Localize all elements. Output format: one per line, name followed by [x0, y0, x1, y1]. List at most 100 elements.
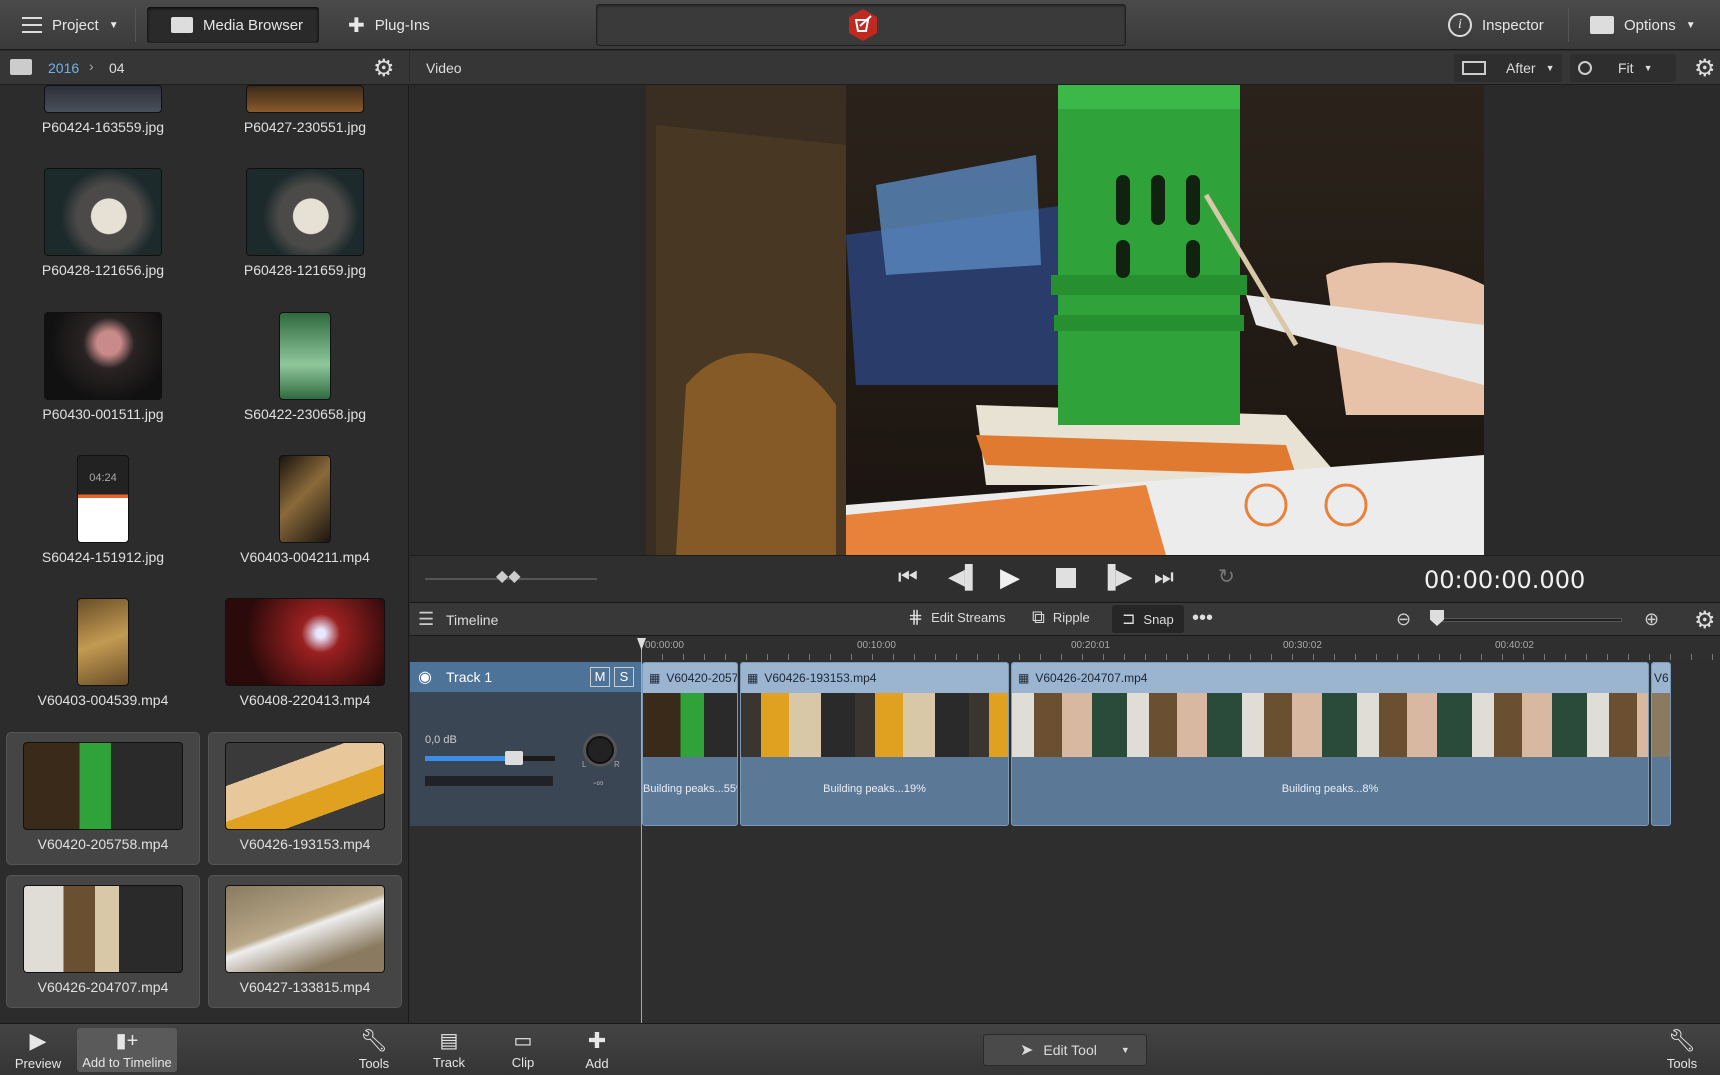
go-to-end-icon[interactable]: ⏭ — [1154, 564, 1174, 590]
thumbnail — [23, 742, 183, 830]
ruler-tick: 00:10:00 — [857, 640, 896, 651]
timeline-clip[interactable]: ▦ V60426-204707.mp4 Building peaks...8% — [1011, 662, 1649, 826]
pan-knob[interactable] — [586, 736, 614, 764]
track-name[interactable]: Track 1 — [446, 669, 492, 685]
media-item-name: V60408-220413.mp4 — [239, 692, 371, 708]
media-item-selected[interactable]: V60426-204707.mp4 — [6, 875, 200, 1008]
ripple-button[interactable]: ⧉ Ripple — [1032, 607, 1090, 628]
add-label: Add — [585, 1056, 609, 1071]
tools-menu-left[interactable]: 🔧︎ Tools — [346, 1028, 402, 1072]
tools-menu-right[interactable]: 🔧︎ Tools — [1654, 1028, 1710, 1072]
loop-icon[interactable]: ↻ — [1218, 564, 1235, 589]
breadcrumb: 2016 › 04 ⚙ — [0, 51, 409, 85]
timeline-clip[interactable]: ▦ V60420-2057 Building peaks...55% — [642, 662, 738, 826]
add-menu[interactable]: ✚ Add — [572, 1028, 622, 1072]
jog-handle-icon[interactable]: ◆◆ — [496, 566, 521, 586]
zoom-dropdown[interactable]: Fit ▼ — [1570, 54, 1676, 82]
ruler-tick: 00:00:00 — [645, 640, 684, 651]
zoom-slider[interactable] — [1434, 618, 1622, 622]
media-item[interactable]: P60424-163559.jpg — [8, 85, 198, 135]
thumbnail — [279, 312, 331, 400]
info-icon: i — [1448, 13, 1472, 37]
media-item-name: V60403-004539.mp4 — [37, 692, 169, 708]
preview-button[interactable]: ▶ Preview — [8, 1028, 68, 1072]
edit-streams-button[interactable]: ⋕ Edit Streams — [908, 607, 1006, 628]
breadcrumb-year[interactable]: 2016 — [48, 60, 79, 76]
timecode-display: 00:00:00.000 — [1424, 566, 1586, 594]
chevron-down-icon: ▼ — [1643, 63, 1653, 73]
media-item[interactable]: V60403-004539.mp4 — [8, 598, 198, 708]
zoom-in-icon[interactable]: ⊕ — [1644, 609, 1659, 630]
wrench-icon: 🔧︎ — [1668, 1028, 1696, 1053]
gear-icon[interactable]: ⚙ — [373, 54, 395, 83]
inspector-button[interactable]: i Inspector — [1436, 7, 1556, 43]
play-icon[interactable]: ▶ — [1000, 562, 1020, 593]
thumbnail — [44, 312, 162, 400]
media-item[interactable]: S60422-230658.jpg — [210, 312, 400, 422]
media-item-name: V60426-204707.mp4 — [37, 979, 169, 995]
zoom-out-icon[interactable]: ⊖ — [1396, 609, 1411, 630]
add-to-timeline-label: Add to Timeline — [82, 1055, 172, 1070]
media-item[interactable]: V60403-004211.mp4 — [210, 455, 400, 565]
clip-name: V6 — [1654, 671, 1669, 685]
solo-button[interactable]: S — [614, 667, 634, 687]
volume-readout: 0,0 dB — [425, 734, 457, 746]
track-menu[interactable]: ▤ Track — [424, 1028, 474, 1072]
media-item-selected[interactable]: V60427-133815.mp4 — [208, 875, 402, 1008]
media-item[interactable]: P60427-230551.jpg — [210, 85, 400, 135]
clip-thumbnails — [643, 693, 737, 757]
options-button[interactable]: Options ▼ — [1578, 7, 1708, 43]
bottom-toolbar: ▶ Preview ▮+ Add to Timeline 🔧︎ Tools ▤ … — [0, 1023, 1720, 1075]
media-item[interactable]: V60408-220413.mp4 — [210, 598, 400, 708]
gear-icon[interactable]: ⚙ — [1694, 606, 1716, 635]
track-label: Track — [432, 1055, 466, 1070]
clip-name: V60426-193153.mp4 — [764, 671, 877, 685]
timeline-clip[interactable]: ▦ V60426-193153.mp4 Building peaks...19% — [740, 662, 1009, 826]
media-item[interactable]: 04:24 S60424-151912.jpg — [8, 455, 198, 565]
plugin-icon: ✚ — [348, 14, 365, 37]
gear-icon[interactable]: ⚙ — [1694, 54, 1716, 83]
project-menu[interactable]: Project ▼ — [10, 7, 131, 43]
time-ruler[interactable]: 00:00:00 00:10:00 00:20:01 00:30:02 00:4… — [641, 636, 1720, 662]
stop-icon[interactable] — [1056, 568, 1076, 588]
clip-label: Clip — [511, 1055, 535, 1070]
media-item-name: P60428-121656.jpg — [41, 262, 165, 278]
zoom-slider-handle[interactable] — [1430, 610, 1444, 626]
more-icon[interactable]: ••• — [1192, 607, 1213, 630]
media-item[interactable]: P60428-121656.jpg — [8, 168, 198, 278]
eye-icon[interactable]: ◉ — [418, 667, 432, 687]
breadcrumb-month[interactable]: 04 — [109, 60, 125, 76]
timeline-icon: ☰ — [418, 609, 435, 629]
chevron-down-icon: ▼ — [1685, 19, 1696, 31]
snap-toggle[interactable]: ⊐ Snap — [1112, 605, 1184, 633]
magnet-icon: ⊐ — [1122, 611, 1136, 628]
go-to-start-icon[interactable]: ⏮ — [898, 564, 918, 590]
clip-rect-icon: ▭ — [513, 1030, 533, 1052]
compare-mode-dropdown[interactable]: After ▼ — [1454, 54, 1562, 82]
edit-tool-label: Edit Tool — [1043, 1042, 1097, 1058]
timeline-clip[interactable]: V6 — [1651, 662, 1671, 826]
thumbnail: 04:24 — [77, 455, 129, 543]
clip-label: Building peaks...55% — [643, 783, 738, 795]
media-item[interactable]: P60428-121659.jpg — [210, 168, 400, 278]
play-icon: ▶ — [29, 1028, 47, 1053]
video-frame[interactable] — [646, 85, 1484, 555]
step-forward-icon[interactable]: ▐▶ — [1100, 564, 1133, 590]
volume-slider-handle[interactable] — [505, 751, 523, 765]
media-item-selected[interactable]: V60420-205758.mp4 — [6, 732, 200, 865]
thumbnail — [23, 885, 183, 973]
film-icon: ▦ — [1018, 671, 1030, 685]
volume-slider-fill — [425, 756, 515, 761]
media-item-selected[interactable]: V60426-193153.mp4 — [208, 732, 402, 865]
mute-button[interactable]: M — [590, 667, 610, 687]
step-back-icon[interactable]: ◀▌ — [948, 564, 981, 590]
folder-icon[interactable] — [10, 59, 32, 75]
plugins-button[interactable]: ✚ Plug-Ins — [336, 7, 442, 43]
ripple-icon: ⧉ — [1032, 607, 1045, 627]
clip-menu[interactable]: ▭ Clip — [498, 1028, 548, 1072]
viewer-title: Video — [426, 60, 462, 76]
media-item[interactable]: P60430-001511.jpg — [8, 312, 198, 422]
media-browser-button[interactable]: Media Browser — [147, 7, 319, 43]
edit-tool-dropdown[interactable]: ➤ Edit Tool ▼ — [983, 1034, 1147, 1066]
add-to-timeline-button[interactable]: ▮+ Add to Timeline — [77, 1028, 177, 1072]
